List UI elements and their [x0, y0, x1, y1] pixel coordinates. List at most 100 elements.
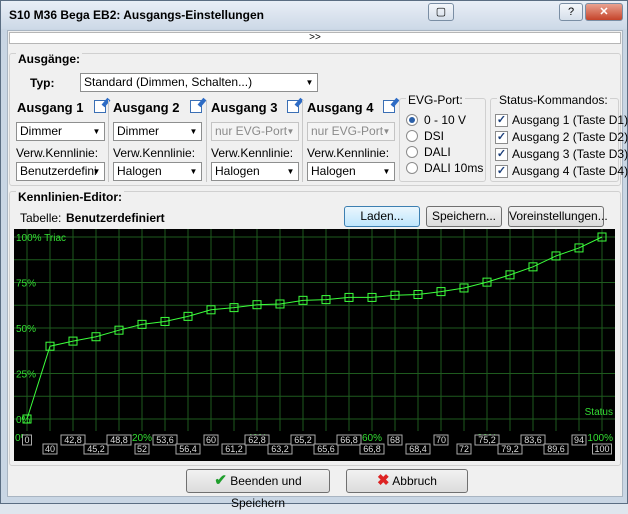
chevron-down-icon: ▼	[382, 167, 391, 176]
output-2-panel: Ausgang 2 Dimmer ▼ Verw.Kennlinie: Halog…	[109, 98, 207, 184]
defaults-button[interactable]: Voreinstellungen...	[508, 206, 608, 227]
output-1-curve-label: Verw.Kennlinie:	[16, 146, 99, 160]
radio-icon[interactable]	[406, 162, 418, 174]
evg-option-label: DALI	[424, 145, 451, 159]
dialog-client: >> Ausgänge: Typ: Standard (Dimmen, Scha…	[7, 30, 628, 510]
close-button[interactable]: ✕	[585, 3, 623, 21]
x-tick-label: 100%	[587, 433, 613, 444]
output-3-title: Ausgang 3	[211, 100, 278, 115]
chevron-down-icon: ▼	[382, 127, 391, 136]
evg-port-label: EVG-Port:	[406, 93, 465, 107]
evg-port-group: EVG-Port: 0 - 10 V DSI DALI DALI 10ms	[399, 93, 486, 182]
checkbox-checked-icon[interactable]: ✓	[495, 148, 508, 161]
load-button[interactable]: Laden...	[344, 206, 420, 227]
finish-save-button[interactable]: ✔ Beenden und Speichern	[186, 469, 330, 510]
save-curve-button[interactable]: Speichern...	[426, 206, 502, 227]
window-icon: ▢	[435, 6, 447, 18]
evg-option-label: 0 - 10 V	[424, 113, 467, 127]
chevron-down-icon: ▼	[92, 127, 101, 136]
data-label: 66,8	[340, 435, 358, 445]
expander-bar[interactable]: >>	[9, 32, 621, 44]
output-2-title: Ausgang 2	[113, 100, 180, 115]
status-cmd-label: Ausgang 3 (Taste D3)	[512, 147, 628, 161]
cancel-button[interactable]: ✖ Abbruch	[346, 469, 468, 493]
data-label: 83,6	[524, 435, 542, 445]
output-2-curve-select[interactable]: Halogen ▼	[113, 162, 202, 181]
data-label: 79,2	[501, 444, 519, 454]
data-label: 100	[594, 444, 609, 454]
data-label: 45,2	[87, 444, 105, 454]
x-tick-label: 60%	[362, 433, 382, 444]
chevron-down-icon: ▼	[189, 127, 198, 136]
y-tick-label: 50%	[16, 324, 36, 335]
dialog-window: S10 M36 Bega EB2: Ausgangs-Einstellungen…	[0, 0, 628, 510]
help-button[interactable]: ?	[559, 3, 583, 21]
chevron-down-icon: ▼	[305, 78, 314, 87]
data-label: 62,8	[248, 435, 266, 445]
evg-option-label: DSI	[424, 129, 445, 143]
output-1-panel: Ausgang 1 Dimmer ▼ Verw.Kennlinie: Benut…	[10, 98, 108, 184]
y-tick-label: 25%	[16, 370, 36, 381]
output-4-title: Ausgang 4	[307, 100, 374, 115]
output-2-mode-select[interactable]: Dimmer ▼	[113, 122, 202, 141]
y-tick-label: 100% Triac	[16, 233, 66, 244]
checkbox-checked-icon[interactable]: ✓	[495, 131, 508, 144]
edit-icon[interactable]	[94, 100, 106, 113]
output-4-mode-select[interactable]: nur EVG-Port ▼	[307, 122, 395, 141]
status-commands-label: Status-Kommandos:	[497, 93, 610, 107]
cross-icon: ✖	[377, 472, 390, 489]
x-tick-label: 20%	[132, 433, 152, 444]
restore-button[interactable]: ▢	[428, 3, 454, 21]
data-label: 70	[436, 435, 446, 445]
checkbox-checked-icon[interactable]: ✓	[495, 165, 508, 178]
typ-select-value: Standard (Dimmen, Schalten...)	[84, 75, 253, 89]
finish-save-label: Beenden und Speichern	[230, 474, 302, 510]
data-label: 65,6	[317, 444, 335, 454]
ausgaenge-group: Ausgänge: Typ: Standard (Dimmen, Schalte…	[9, 52, 628, 186]
edit-icon[interactable]	[190, 100, 202, 113]
data-label: 94	[574, 435, 584, 445]
y-tick-label: 75%	[16, 279, 36, 290]
output-3-mode-select[interactable]: nur EVG-Port ▼	[211, 122, 299, 141]
checkbox-checked-icon[interactable]: ✓	[495, 114, 508, 127]
typ-label: Typ:	[30, 76, 55, 90]
data-label: 60	[206, 435, 216, 445]
status-cmd-label: Ausgang 4 (Taste D4)	[512, 164, 628, 178]
output-4-curve-select[interactable]: Halogen ▼	[307, 162, 395, 181]
radio-icon[interactable]	[406, 130, 418, 142]
radio-icon[interactable]	[406, 146, 418, 158]
data-label: 75,2	[478, 435, 496, 445]
data-label: 53,6	[156, 435, 174, 445]
output-2-curve-label: Verw.Kennlinie:	[113, 146, 196, 160]
edit-icon[interactable]	[287, 100, 299, 113]
table-value: Benutzerdefiniert	[66, 211, 165, 225]
output-3-curve-select[interactable]: Halogen ▼	[211, 162, 299, 181]
data-label: 89,6	[547, 444, 565, 454]
data-label: 42,8	[64, 435, 82, 445]
chevron-down-icon: ▼	[92, 167, 101, 176]
evg-option-label: DALI 10ms	[424, 161, 484, 175]
edit-icon[interactable]	[383, 100, 395, 113]
output-1-mode-select[interactable]: Dimmer ▼	[16, 122, 105, 141]
curve-editor-label: Kennlinien-Editor:	[16, 190, 124, 204]
status-cmd-label: Ausgang 2 (Taste D2)	[512, 130, 628, 144]
title-bar: S10 M36 Bega EB2: Ausgangs-Einstellungen…	[1, 1, 627, 29]
checkmark-icon: ✔	[214, 472, 227, 489]
data-label: 52	[137, 444, 147, 454]
typ-select[interactable]: Standard (Dimmen, Schalten...) ▼	[80, 73, 318, 92]
close-icon: ✕	[599, 6, 609, 18]
data-label: 63,2	[271, 444, 289, 454]
curve-chart[interactable]: 100% Triac75%50%25%0%0%20%40%60%80%100%S…	[14, 229, 615, 461]
status-commands-group: Status-Kommandos: ✓ Ausgang 1 (Taste D1)…	[490, 93, 628, 182]
data-label: 0	[24, 435, 29, 445]
cancel-label: Abbruch	[392, 474, 437, 488]
output-1-title: Ausgang 1	[17, 100, 84, 115]
output-1-curve-select[interactable]: Benutzerdefini ▼	[16, 162, 105, 181]
output-3-curve-label: Verw.Kennlinie:	[211, 146, 294, 160]
output-4-curve-label: Verw.Kennlinie:	[307, 146, 390, 160]
chevron-down-icon: ▼	[286, 167, 295, 176]
table-label: Tabelle:	[20, 211, 62, 225]
data-label: 56,4	[179, 444, 197, 454]
radio-selected-icon[interactable]	[406, 114, 418, 126]
data-label: 66,8	[363, 444, 381, 454]
